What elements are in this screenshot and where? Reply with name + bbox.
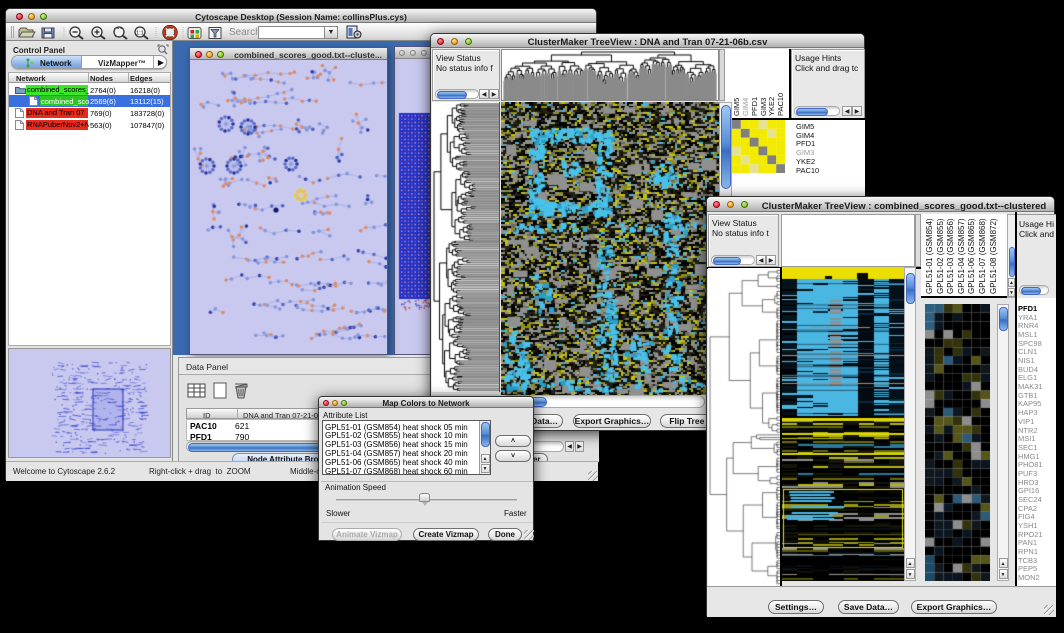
svg-text:1:1: 1:1 (136, 31, 144, 37)
